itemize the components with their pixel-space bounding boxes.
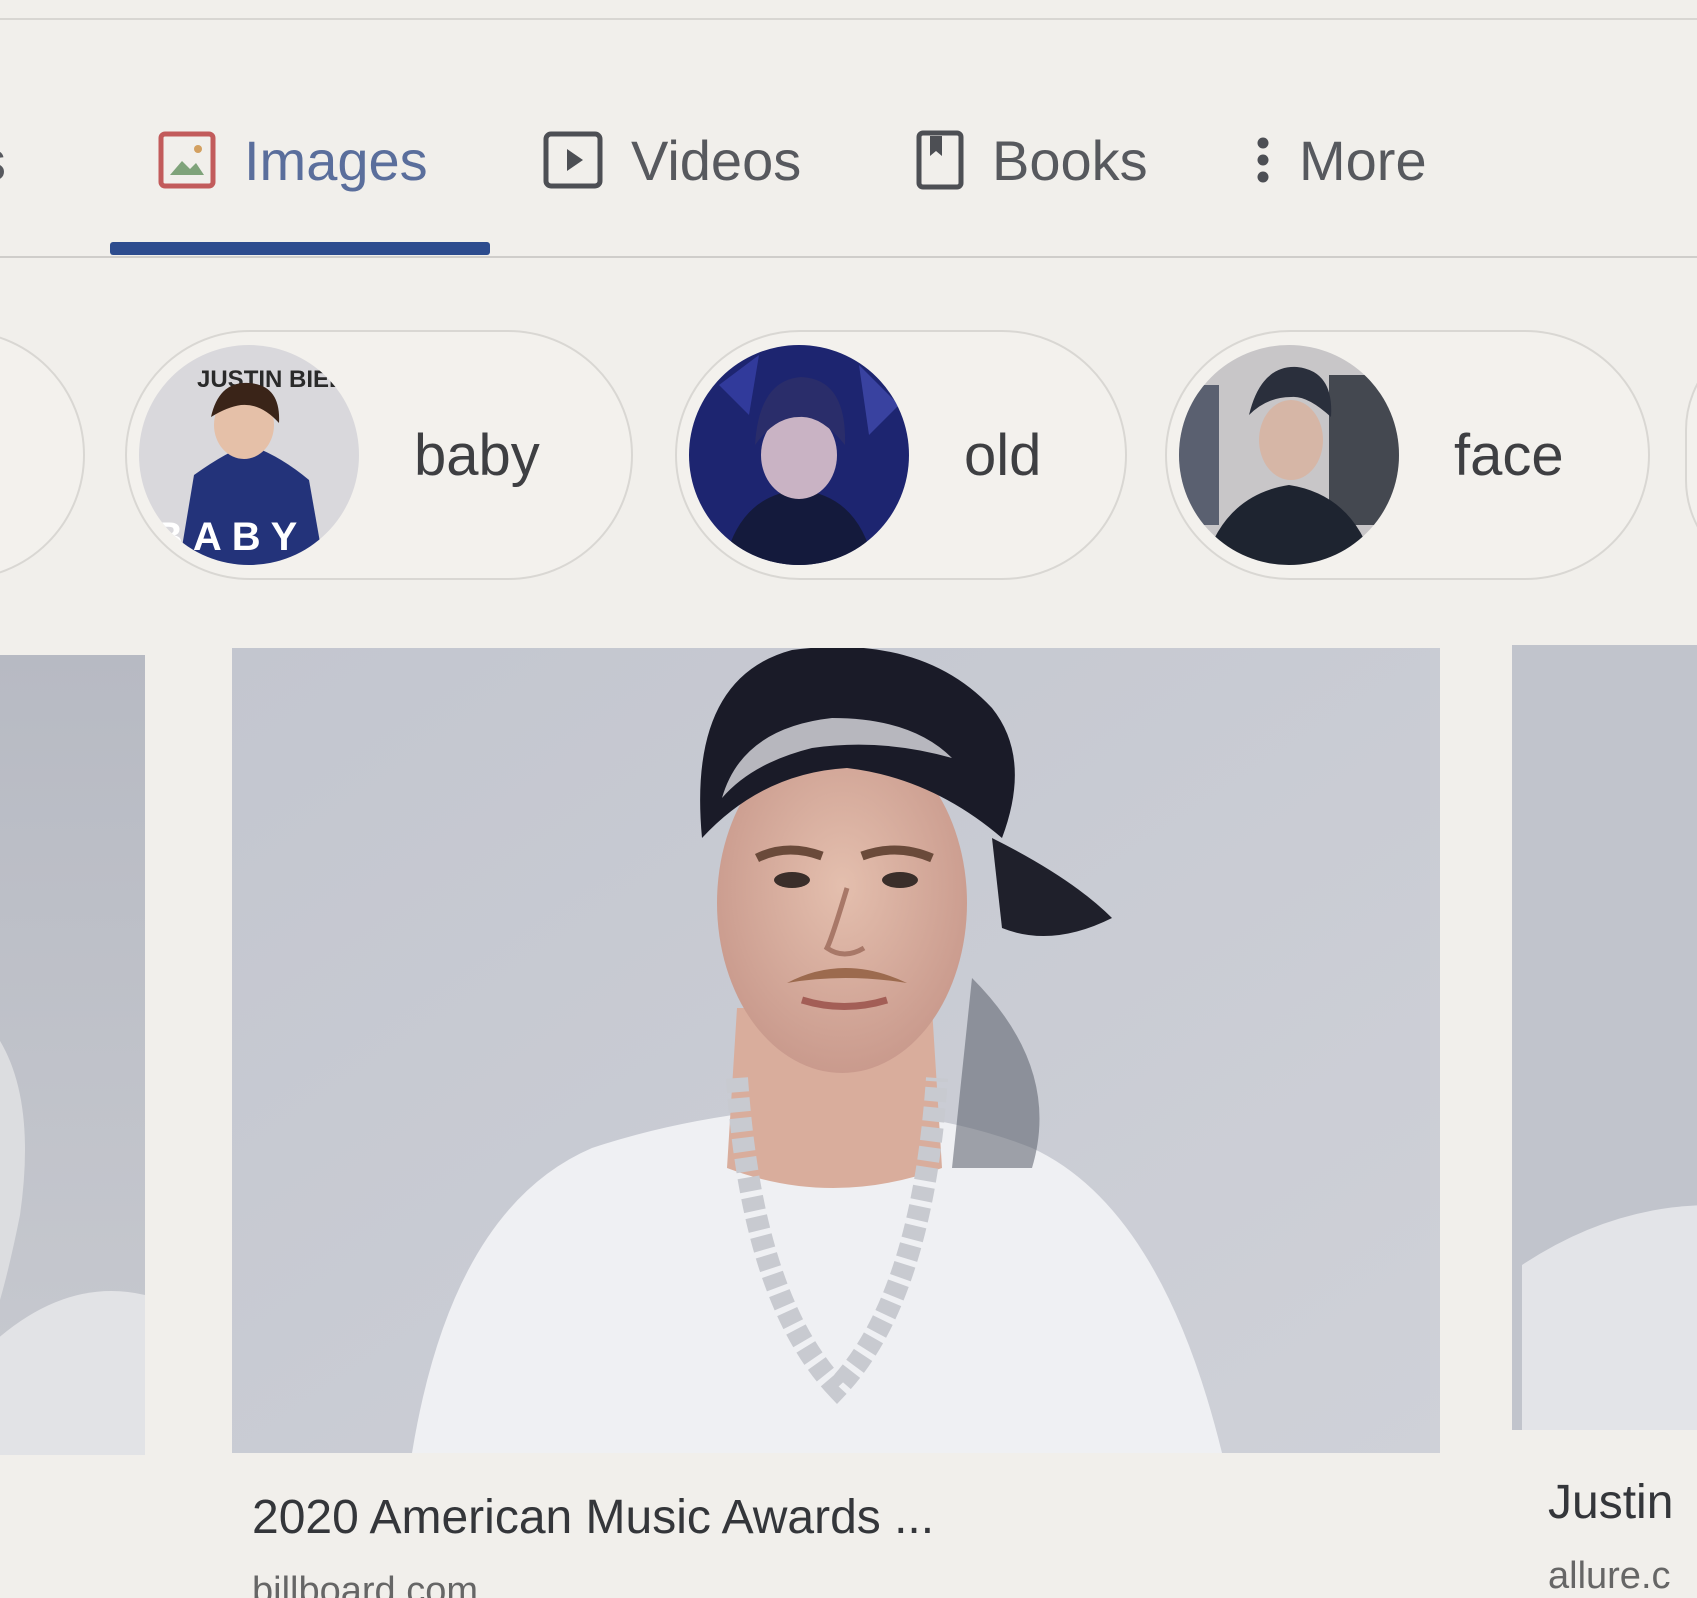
tab-news-label: vs [0,128,6,193]
tab-books[interactable]: Books [916,100,1148,220]
tab-more-label: More [1299,128,1427,192]
chip-baby-thumb-top-text: JUSTIN BIEBER [197,366,359,393]
tab-images-label: Images [244,128,428,192]
book-icon [916,130,964,190]
image-search-page: vs Images Videos [0,0,1697,1598]
chip-baby[interactable]: JUSTIN BIEBER BABY baby [125,330,633,580]
right-result-source[interactable]: allure.c [1548,1555,1671,1598]
main-result-source[interactable]: billboard.com [252,1570,478,1598]
image-result-left-partial[interactable] [0,655,145,1455]
chip-old-thumbnail [689,345,909,565]
image-result-main[interactable] [232,648,1440,1453]
image-result-right-partial[interactable] [1512,645,1697,1430]
tab-news[interactable]: vs [0,100,6,220]
tab-books-label: Books [992,128,1148,192]
main-result-caption[interactable]: 2020 American Music Awards ... [252,1490,934,1545]
tabs-divider [0,256,1697,258]
search-tabs: vs Images Videos [0,100,1697,220]
chip-old[interactable]: old [675,330,1127,580]
chip-face-thumbnail [1179,345,1399,565]
top-divider [0,18,1697,20]
chip-face-label: face [1454,422,1564,488]
chip-baby-thumb-bottom-text: BABY [154,515,307,559]
image-icon [158,131,216,189]
video-play-icon [543,131,603,189]
tab-more[interactable]: More [1255,100,1427,220]
tab-videos-label: Videos [631,128,802,192]
tab-images[interactable]: Images [158,100,428,220]
more-vertical-icon [1255,135,1271,185]
chip-partial-left[interactable] [0,330,85,580]
chip-baby-label: baby [414,422,540,488]
chip-partial-right[interactable] [1685,330,1697,580]
chip-old-label: old [964,422,1042,488]
active-tab-indicator [110,242,490,255]
chip-face[interactable]: face [1165,330,1650,580]
tab-videos[interactable]: Videos [543,100,801,220]
right-result-caption[interactable]: Justin [1548,1475,1673,1530]
chip-baby-thumbnail: JUSTIN BIEBER BABY [139,345,359,565]
